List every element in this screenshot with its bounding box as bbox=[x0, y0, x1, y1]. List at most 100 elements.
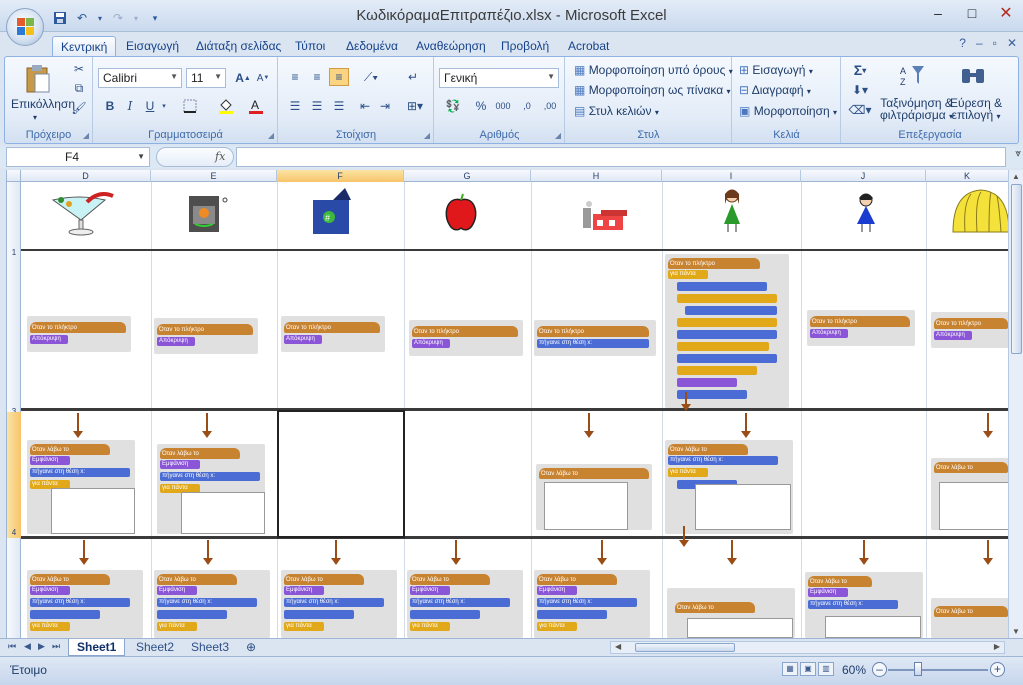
italic-button[interactable]: I bbox=[122, 97, 138, 115]
orientation-icon[interactable]: ⟋▾ bbox=[359, 68, 383, 86]
paste-button[interactable]: Επικόλληση bbox=[11, 97, 75, 111]
column-header-k[interactable]: K bbox=[926, 170, 1008, 182]
align-top-icon[interactable]: ≡ bbox=[285, 68, 305, 86]
vertical-scrollbar[interactable]: ▲ ▼ bbox=[1008, 170, 1023, 638]
font-launcher-icon[interactable]: ◢ bbox=[268, 131, 274, 140]
sheet-tab-sheet2[interactable]: Sheet2 bbox=[128, 639, 182, 656]
tab-page-layout[interactable]: Διάταξη σελίδας bbox=[188, 36, 289, 56]
underline-dropdown-icon[interactable]: ▾ bbox=[160, 97, 168, 115]
autosum-button[interactable]: Σ ▾ bbox=[848, 61, 872, 79]
align-middle-icon[interactable]: ≡ bbox=[307, 68, 327, 86]
page-layout-view-icon[interactable]: ▣ bbox=[800, 662, 816, 676]
fill-color-icon[interactable] bbox=[216, 97, 236, 115]
delete-cells-button[interactable]: ⊟ Διαγραφή ▾ bbox=[739, 83, 811, 97]
copy-icon[interactable]: ⧉ bbox=[71, 81, 87, 95]
tab-home[interactable]: Κεντρική bbox=[52, 36, 117, 56]
zoom-out-icon[interactable]: – bbox=[872, 662, 887, 677]
sheet-tab-sheet1[interactable]: Sheet1 bbox=[68, 639, 126, 656]
last-sheet-icon[interactable]: ⏭ bbox=[52, 641, 60, 652]
decrease-decimal-button[interactable]: ,00 bbox=[539, 97, 561, 115]
sort-filter-button[interactable]: Ταξινόμηση & φιλτράρισμα ▾ bbox=[880, 97, 953, 123]
column-header-i[interactable]: I bbox=[662, 170, 801, 182]
tab-acrobat[interactable]: Acrobat bbox=[560, 36, 617, 56]
conditional-formatting-button[interactable]: ▦ Μορφοποίηση υπό όρους ▾ bbox=[574, 63, 733, 77]
horizontal-scrollbar[interactable]: ◀ ▶ bbox=[610, 641, 1005, 654]
sort-filter-icon[interactable]: AZ bbox=[898, 63, 928, 89]
zoom-level[interactable]: 60% bbox=[842, 663, 866, 677]
clear-icon[interactable]: ⌫▾ bbox=[848, 101, 872, 119]
underline-button[interactable]: U bbox=[142, 97, 158, 115]
row-header-4[interactable]: 4 bbox=[7, 412, 21, 538]
align-center-icon[interactable]: ☰ bbox=[307, 97, 327, 115]
clipboard-launcher-icon[interactable]: ◢ bbox=[83, 131, 89, 140]
font-name-combo[interactable]: Calibri ▼ bbox=[98, 68, 182, 88]
format-painter-icon[interactable]: 🖌 bbox=[71, 101, 87, 115]
font-color-icon[interactable]: A bbox=[246, 97, 266, 115]
borders-icon[interactable] bbox=[180, 97, 200, 115]
zoom-slider-track[interactable] bbox=[888, 669, 988, 671]
column-header-g[interactable]: G bbox=[404, 170, 531, 182]
cell-styles-button[interactable]: ▤ Στυλ κελιών ▾ bbox=[574, 104, 659, 118]
format-as-table-button[interactable]: ▦ Μορφοποίηση ως πίνακα ▾ bbox=[574, 83, 731, 97]
first-sheet-icon[interactable]: ⏮ bbox=[8, 641, 16, 652]
sheet-tab-sheet3[interactable]: Sheet3 bbox=[183, 639, 237, 656]
percent-button[interactable]: % bbox=[473, 97, 489, 115]
vertical-scroll-thumb[interactable] bbox=[1011, 184, 1022, 354]
scroll-right-icon[interactable]: ▶ bbox=[994, 642, 1000, 651]
find-select-icon[interactable] bbox=[958, 63, 988, 89]
page-break-view-icon[interactable]: ▥ bbox=[818, 662, 834, 676]
selected-cell-f4[interactable] bbox=[277, 410, 405, 538]
column-header-e[interactable]: E bbox=[151, 170, 277, 182]
fill-icon[interactable]: ⬇▾ bbox=[848, 81, 872, 99]
tab-insert[interactable]: Εισαγωγή bbox=[118, 36, 187, 56]
name-box[interactable]: F4 ▼ bbox=[6, 147, 150, 167]
column-header-f[interactable]: F bbox=[277, 170, 404, 182]
merge-center-icon[interactable]: ⊞▾ bbox=[403, 97, 427, 115]
insert-cells-button[interactable]: ⊞ Εισαγωγή ▾ bbox=[739, 63, 813, 77]
alignment-launcher-icon[interactable]: ◢ bbox=[424, 131, 430, 140]
cut-icon[interactable]: ✂ bbox=[71, 62, 87, 76]
number-format-combo[interactable]: Γενική ▼ bbox=[439, 68, 559, 88]
accounting-format-icon[interactable]: 💱 bbox=[441, 97, 465, 115]
wrap-text-icon[interactable]: ↵ bbox=[403, 68, 423, 86]
decrease-indent-icon[interactable]: ⇤ bbox=[355, 97, 375, 115]
close-button[interactable]: ✕ bbox=[989, 0, 1023, 26]
increase-indent-icon[interactable]: ⇥ bbox=[375, 97, 395, 115]
row-header-1[interactable]: 1 bbox=[7, 248, 21, 257]
ribbon-restore-icon[interactable]: ▫ bbox=[993, 36, 997, 50]
column-header-h[interactable]: H bbox=[531, 170, 662, 182]
help-icon[interactable]: ? bbox=[959, 36, 966, 50]
comma-style-button[interactable]: 000 bbox=[493, 97, 513, 115]
scroll-down-icon[interactable]: ▼ bbox=[1012, 627, 1020, 636]
scroll-left-icon[interactable]: ◀ bbox=[615, 642, 621, 651]
tab-review[interactable]: Αναθεώρηση bbox=[408, 36, 494, 56]
office-button[interactable] bbox=[6, 8, 44, 46]
normal-view-icon[interactable]: ▦ bbox=[782, 662, 798, 676]
scroll-up-icon[interactable]: ▲ bbox=[1012, 172, 1020, 181]
bold-button[interactable]: B bbox=[102, 97, 118, 115]
tab-formulas[interactable]: Τύποι bbox=[287, 36, 333, 56]
tab-view[interactable]: Προβολή bbox=[493, 36, 557, 56]
number-launcher-icon[interactable]: ◢ bbox=[555, 131, 561, 140]
format-cells-button[interactable]: ▣ Μορφοποίηση ▾ bbox=[739, 104, 837, 118]
expand-formula-bar-icon[interactable]: ⩔ bbox=[1015, 148, 1021, 159]
font-size-combo[interactable]: 11 ▼ bbox=[186, 68, 226, 88]
align-left-icon[interactable]: ☰ bbox=[285, 97, 305, 115]
zoom-in-icon[interactable]: + bbox=[990, 662, 1005, 677]
workbook-close-icon[interactable]: ✕ bbox=[1007, 36, 1017, 50]
maximize-button[interactable]: □ bbox=[955, 0, 989, 26]
insert-sheet-icon[interactable]: ⊕ bbox=[238, 639, 264, 656]
worksheet-grid[interactable]: D E F G H I J K 1 3 4 bbox=[6, 170, 1008, 638]
prev-sheet-icon[interactable]: ◀ bbox=[24, 641, 31, 652]
horizontal-scroll-thumb[interactable] bbox=[635, 643, 735, 652]
paste-icon[interactable] bbox=[23, 63, 53, 95]
next-sheet-icon[interactable]: ▶ bbox=[38, 641, 45, 652]
increase-decimal-button[interactable]: ,0 bbox=[517, 97, 537, 115]
select-all-button[interactable] bbox=[7, 170, 21, 182]
insert-function-button[interactable]: fx bbox=[156, 147, 234, 167]
formula-input[interactable] bbox=[236, 147, 1006, 167]
column-header-j[interactable]: J bbox=[801, 170, 926, 182]
align-right-icon[interactable]: ☰ bbox=[329, 97, 349, 115]
align-bottom-icon[interactable]: ≡ bbox=[329, 68, 349, 86]
shrink-font-button[interactable]: A ▼ bbox=[254, 68, 272, 88]
